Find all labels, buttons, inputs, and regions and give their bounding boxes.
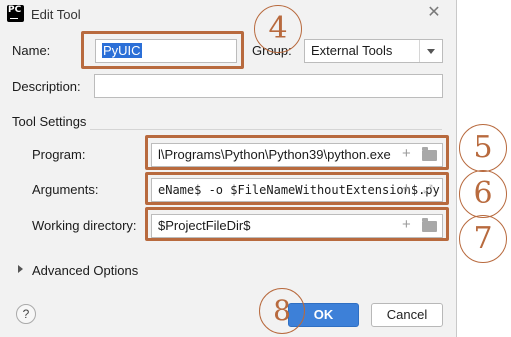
arguments-label: Arguments: bbox=[32, 182, 99, 197]
annotation-box-name bbox=[81, 31, 244, 69]
annotation-marker-5: 5 bbox=[459, 124, 507, 172]
annotation-marker-4: 4 bbox=[254, 5, 302, 53]
chevron-down-icon[interactable] bbox=[419, 40, 442, 62]
dialog-title: Edit Tool bbox=[31, 7, 81, 22]
annotation-marker-7: 7 bbox=[459, 215, 507, 263]
advanced-options-toggle[interactable]: Advanced Options bbox=[32, 263, 138, 278]
annotation-marker-8: 8 bbox=[259, 288, 305, 334]
annotation-box-program bbox=[145, 135, 449, 170]
description-label: Description: bbox=[12, 79, 81, 94]
description-input[interactable] bbox=[94, 74, 443, 98]
annotation-box-working-directory bbox=[145, 207, 449, 241]
cancel-button[interactable]: Cancel bbox=[371, 303, 443, 327]
name-label: Name: bbox=[12, 43, 51, 58]
expand-arrow-icon[interactable] bbox=[18, 265, 23, 273]
group-select[interactable]: External Tools bbox=[304, 39, 443, 63]
app-icon-text: PC bbox=[8, 5, 22, 15]
program-label: Program: bbox=[32, 147, 86, 162]
help-button[interactable]: ? bbox=[16, 304, 36, 324]
close-icon[interactable]: ✕ bbox=[425, 4, 443, 22]
working-directory-label: Working directory: bbox=[32, 218, 137, 233]
annotation-box-arguments bbox=[145, 172, 449, 205]
tool-settings-heading: Tool Settings bbox=[12, 114, 87, 129]
pycharm-app-icon: PC bbox=[7, 5, 24, 22]
section-divider bbox=[90, 129, 442, 130]
group-value: External Tools bbox=[311, 43, 393, 58]
annotation-marker-6: 6 bbox=[459, 170, 507, 218]
